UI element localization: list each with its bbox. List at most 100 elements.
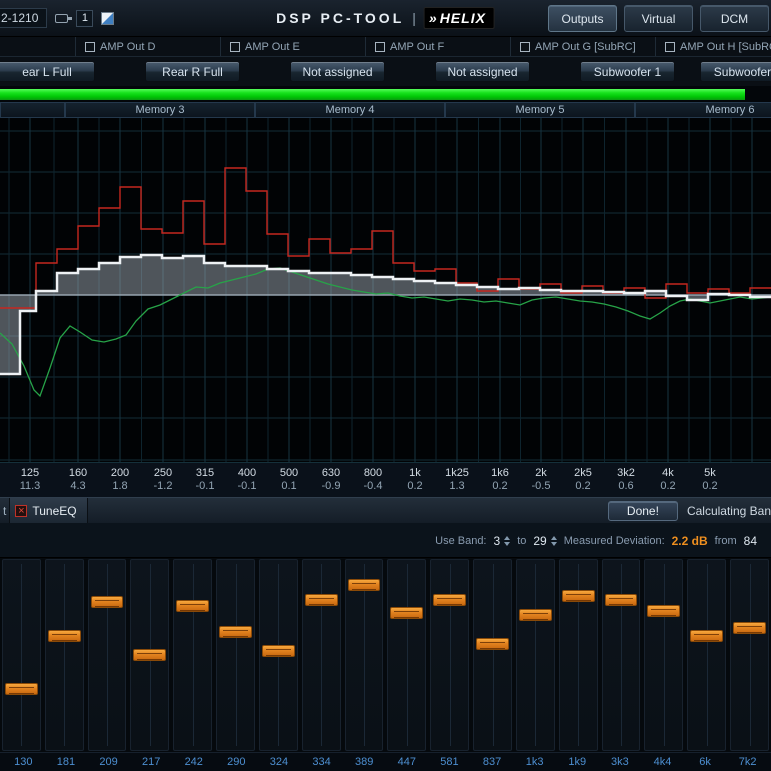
eq-band-slider[interactable] <box>387 559 426 751</box>
device-number-input[interactable]: 1 <box>76 10 93 27</box>
freq-tick-label: 200 <box>111 467 129 479</box>
channel-assign-button-subwoofer-1[interactable]: Subwoofer 1 <box>580 61 675 82</box>
memory-tab-3[interactable]: Memory 3 <box>65 102 255 118</box>
done-button[interactable]: Done! <box>608 501 678 521</box>
device-id[interactable]: 2-1210 <box>0 8 47 28</box>
eq-band-slider[interactable] <box>216 559 255 751</box>
eq-band-slider[interactable] <box>259 559 298 751</box>
gain-readout-value: 0.6 <box>617 480 635 492</box>
eq-band-freq-label: 3k3 <box>599 753 642 771</box>
spinner-down-icon[interactable] <box>504 542 510 546</box>
freq-tick: 315-0.1 <box>196 467 215 492</box>
eq-band-slider[interactable] <box>473 559 512 751</box>
channel-assign-button-partial[interactable]: ear L Full <box>0 61 95 82</box>
eq-band-slider[interactable] <box>88 559 127 751</box>
band-to-spinner[interactable] <box>551 536 557 546</box>
amp-out-d-checkbox[interactable] <box>85 42 95 52</box>
gain-readout-value: 0.2 <box>574 480 592 492</box>
eq-band-slider[interactable] <box>687 559 726 751</box>
eq-band-slider[interactable] <box>345 559 384 751</box>
memory-tab-partial[interactable] <box>0 102 65 118</box>
eq-slider-handle[interactable] <box>733 622 766 634</box>
eq-band-slider[interactable] <box>730 559 769 751</box>
spinner-down-icon[interactable] <box>551 542 557 546</box>
connection-icon[interactable] <box>55 14 68 23</box>
frequency-response-graph[interactable] <box>0 118 771 462</box>
measured-deviation-label: Measured Deviation: <box>564 535 665 547</box>
eq-band-slider[interactable] <box>302 559 341 751</box>
band-from-value[interactable]: 3 <box>494 534 501 548</box>
eq-slider-handle[interactable] <box>647 605 680 617</box>
gain-readout-value: 1.8 <box>111 480 129 492</box>
eq-slider-handle[interactable] <box>690 630 723 642</box>
eq-slider-handle[interactable] <box>476 638 509 650</box>
eq-band-slider[interactable] <box>130 559 169 751</box>
eq-slider-handle[interactable] <box>219 626 252 638</box>
eq-slider-handle[interactable] <box>348 579 381 591</box>
eq-slider-handle[interactable] <box>562 590 595 602</box>
amp-out-g-tab[interactable]: AMP Out G [SubRC] <box>510 37 655 56</box>
amp-out-e-checkbox[interactable] <box>230 42 240 52</box>
amp-out-f-label: AMP Out F <box>390 41 444 53</box>
eq-slider-handle[interactable] <box>133 649 166 661</box>
virtual-button[interactable]: Virtual <box>624 5 693 32</box>
eq-slider-handle[interactable] <box>5 683 38 695</box>
eq-slider-handle[interactable] <box>605 594 638 606</box>
eq-band-freq-label: 334 <box>300 753 343 771</box>
eq-band-slider[interactable] <box>2 559 41 751</box>
channel-assign-button-subwoofer-2[interactable]: Subwoofer 1 <box>700 61 771 82</box>
eq-band-slider[interactable] <box>644 559 683 751</box>
freq-tick-label: 630 <box>322 467 341 479</box>
memory-tab-5[interactable]: Memory 5 <box>445 102 635 118</box>
eq-slider-handle[interactable] <box>390 607 423 619</box>
memory-tab-4[interactable]: Memory 4 <box>255 102 445 118</box>
freq-tick: 400-0.1 <box>238 467 257 492</box>
eq-slider-handle[interactable] <box>176 600 209 612</box>
gain-readout-value: -1.2 <box>154 480 173 492</box>
freq-tick: 250-1.2 <box>154 467 173 492</box>
band-to-value[interactable]: 29 <box>533 534 546 548</box>
eq-band-slider[interactable] <box>430 559 469 751</box>
channel-assign-button-not-assigned-1[interactable]: Not assigned <box>290 61 385 82</box>
partial-tab-label[interactable]: t <box>0 504 9 518</box>
eq-band-slider[interactable] <box>45 559 84 751</box>
spinner-up-icon[interactable] <box>504 536 510 540</box>
freq-tick-label: 400 <box>238 467 257 479</box>
eq-band-slider[interactable] <box>602 559 641 751</box>
amp-out-e-tab[interactable]: AMP Out E <box>220 37 365 56</box>
eq-band-slider[interactable] <box>173 559 212 751</box>
to-label: to <box>517 535 526 547</box>
tune-status-cluster: Done! Calculating Ban <box>608 498 771 524</box>
level-meter-bar <box>0 89 745 100</box>
amp-out-d-tab[interactable]: AMP Out D <box>75 37 220 56</box>
gain-readout-value: 0.2 <box>491 480 509 492</box>
tune-tab-bar: t × TuneEQ Done! Calculating Ban <box>0 497 771 523</box>
channel-assign-button-rear-r[interactable]: Rear R Full <box>145 61 240 82</box>
freq-tick-label: 1k6 <box>491 467 509 479</box>
eq-slider-handle[interactable] <box>433 594 466 606</box>
eq-slider-handle[interactable] <box>91 596 124 608</box>
freq-tick: 1k251.3 <box>445 467 469 492</box>
eq-slider-handle[interactable] <box>305 594 338 606</box>
use-band-label: Use Band: <box>435 535 486 547</box>
color-theme-icon[interactable] <box>101 12 114 25</box>
eq-slider-handle[interactable] <box>262 645 295 657</box>
eq-band-slider[interactable] <box>559 559 598 751</box>
eq-band-slider[interactable] <box>516 559 555 751</box>
amp-out-h-tab[interactable]: AMP Out H [SubRC] <box>655 37 771 56</box>
eq-slider-handle[interactable] <box>48 630 81 642</box>
eq-slider-handle[interactable] <box>519 609 552 621</box>
outputs-button[interactable]: Outputs <box>548 5 617 32</box>
amp-out-f-tab[interactable]: AMP Out F <box>365 37 510 56</box>
amp-out-f-checkbox[interactable] <box>375 42 385 52</box>
amp-out-h-checkbox[interactable] <box>665 42 675 52</box>
memory-tab-6[interactable]: Memory 6 <box>635 102 771 118</box>
tab-tuneeq[interactable]: × TuneEQ <box>9 498 87 524</box>
spinner-up-icon[interactable] <box>551 536 557 540</box>
amp-out-g-checkbox[interactable] <box>520 42 530 52</box>
band-from-spinner[interactable] <box>504 536 510 546</box>
close-tab-icon[interactable]: × <box>15 505 27 517</box>
channel-assign-button-not-assigned-2[interactable]: Not assigned <box>435 61 530 82</box>
dcm-button[interactable]: DCM <box>700 5 769 32</box>
freq-tick: 5k0.2 <box>702 467 717 492</box>
